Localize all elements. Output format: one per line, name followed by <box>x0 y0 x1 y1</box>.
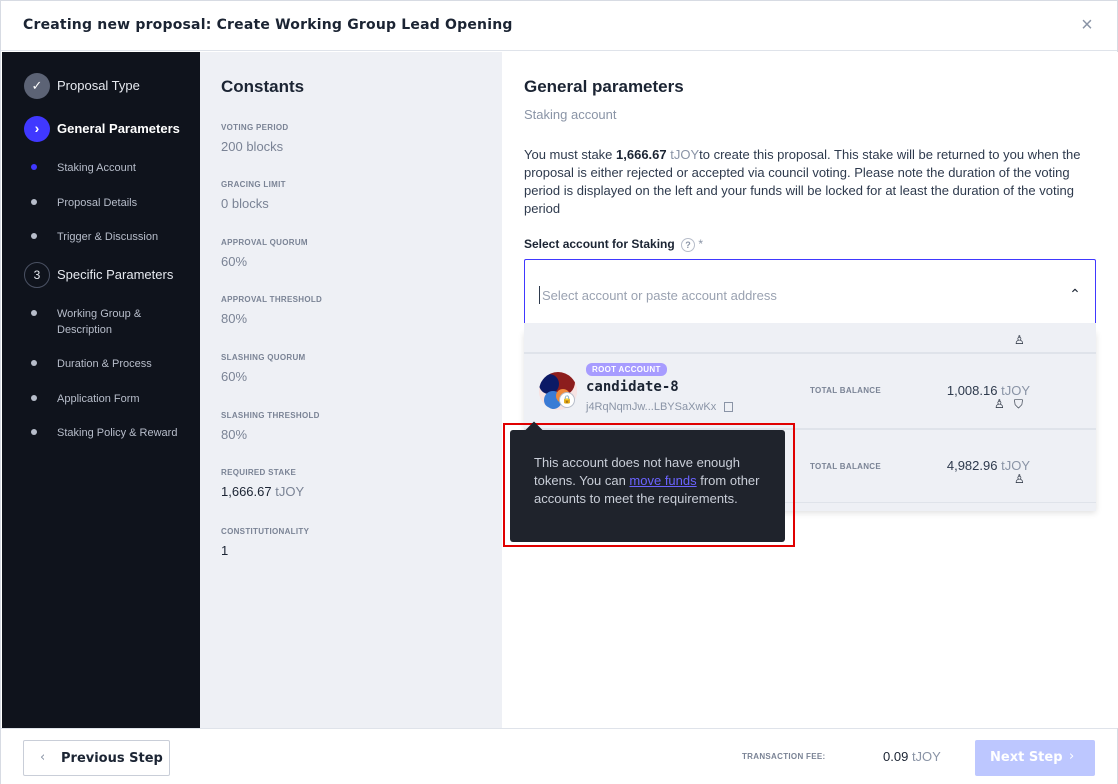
dot-icon <box>31 429 37 435</box>
step-label: Proposal Type <box>57 78 140 93</box>
substep-label: Staking Account <box>57 162 136 174</box>
step-label: General Parameters <box>57 121 180 136</box>
constant-approval-quorum: APPROVAL QUORUM 60% <box>221 238 308 269</box>
chevron-left-icon: ‹ <box>40 750 46 765</box>
button-label: Previous Step <box>61 751 163 766</box>
button-label: Next Step <box>990 750 1063 765</box>
user-icon: ♙ <box>1014 333 1025 347</box>
substep-label: Proposal Details <box>57 197 138 209</box>
constant-value: 200 blocks <box>221 139 284 154</box>
constant-approval-threshold: APPROVAL THRESHOLD 80% <box>221 295 322 326</box>
staking-account-select[interactable]: ⌃ <box>524 259 1096 331</box>
constant-value: 0 blocks <box>221 196 269 211</box>
substep-label: Working Group & <box>57 308 142 320</box>
modal-header: Creating new proposal: Create Working Gr… <box>1 1 1117 51</box>
section-title: General parameters <box>524 77 684 96</box>
close-icon[interactable]: × <box>1077 15 1097 35</box>
constant-value: 1 <box>221 543 229 558</box>
modal-footer: ‹ Previous Step TRANSACTION FEE: 0.09 tJ… <box>1 728 1117 784</box>
chevron-right-icon: › <box>1069 749 1075 764</box>
constant-voting-period: VOTING PERIOD 200 blocks <box>221 123 288 154</box>
account-address: j4RqNqmJw...LBYSaXwKx <box>586 401 734 413</box>
previous-step-button[interactable]: ‹ Previous Step <box>23 740 170 776</box>
copy-icon[interactable] <box>724 402 734 413</box>
chevron-right-icon: › <box>24 116 50 142</box>
account-option[interactable]: 🔒 ROOT ACCOUNT candidate-8 j4RqNqmJw...L… <box>524 353 1096 429</box>
stake-description: You must stake 1,666.67 tJOYto create th… <box>524 147 1081 216</box>
help-icon[interactable]: ? <box>681 237 696 252</box>
substep-label: Duration & Process <box>57 358 152 370</box>
constant-key: GRACING LIMIT <box>221 180 286 189</box>
general-parameters-panel: General parameters Staking account You m… <box>502 52 1118 728</box>
constant-gracing-limit: GRACING LIMIT 0 blocks <box>221 180 286 211</box>
user-edit-icon: ⛉ <box>1014 397 1024 411</box>
step-label: Specific Parameters <box>57 267 174 282</box>
constants-title: Constants <box>221 77 305 96</box>
dot-icon <box>31 395 37 401</box>
constant-value: 80% <box>221 427 248 442</box>
lock-icon: 🔒 <box>559 392 575 408</box>
transaction-fee-label: TRANSACTION FEE: <box>742 752 826 761</box>
modal-title: Creating new proposal: Create Working Gr… <box>23 17 513 33</box>
constant-value: 60% <box>221 254 248 269</box>
transaction-fee-value: 0.09 tJOY <box>883 749 941 764</box>
account-option-partial[interactable]: ♙ <box>524 323 1096 353</box>
total-balance-value: 1,008.16 tJOY <box>946 383 1030 398</box>
staking-account-label: Select account for Staking ? * <box>524 237 704 252</box>
constant-key: APPROVAL QUORUM <box>221 238 308 247</box>
total-balance-label: TOTAL BALANCE <box>810 386 882 395</box>
constant-value: 1,666.67 tJOY <box>221 484 305 499</box>
total-balance-value: 4,982.96 tJOY <box>946 458 1030 473</box>
constant-slashing-quorum: SLASHING QUORUM 60% <box>221 353 306 384</box>
total-balance-label: TOTAL BALANCE <box>810 462 882 471</box>
section-subtitle: Staking account <box>524 107 617 122</box>
constant-key: SLASHING QUORUM <box>221 353 306 362</box>
constant-value: 60% <box>221 369 248 384</box>
account-search-input[interactable] <box>539 286 1019 304</box>
account-name: candidate-8 <box>586 379 679 395</box>
substep-label: Application Form <box>57 393 140 405</box>
constant-key: CONSTITUTIONALITY <box>221 527 310 536</box>
dot-icon <box>31 360 37 366</box>
constant-key: VOTING PERIOD <box>221 123 289 132</box>
constant-required-stake: REQUIRED STAKE 1,666.67 tJOY <box>221 468 304 499</box>
root-account-badge: ROOT ACCOUNT <box>586 363 667 376</box>
chevron-up-icon[interactable]: ⌃ <box>1067 286 1083 302</box>
check-icon: ✓ <box>24 73 50 99</box>
substep-label: Staking Policy & Reward <box>57 427 178 439</box>
substep-label: Description <box>57 324 113 336</box>
move-funds-link[interactable]: move funds <box>629 473 696 488</box>
constant-slashing-threshold: SLASHING THRESHOLD 80% <box>221 411 320 442</box>
constant-key: SLASHING THRESHOLD <box>221 411 320 420</box>
dot-icon <box>31 310 37 316</box>
step-number: 3 <box>24 262 50 288</box>
user-icon: ♙ <box>994 397 1005 411</box>
constant-key: REQUIRED STAKE <box>221 468 297 477</box>
proposal-modal: Creating new proposal: Create Working Gr… <box>0 0 1118 784</box>
next-step-button[interactable]: Next Step › <box>975 740 1095 776</box>
substep-label: Trigger & Discussion <box>57 231 159 243</box>
dot-icon <box>31 199 37 205</box>
constants-panel: Constants VOTING PERIOD 200 blocks GRACI… <box>200 52 502 728</box>
steps-sidebar: ✓ Proposal Type › General Parameters Sta… <box>2 52 200 728</box>
constant-constitutionality: CONSTITUTIONALITY 1 <box>221 527 309 558</box>
required-marker: * <box>698 237 704 251</box>
user-icon: ♙ <box>1014 472 1025 486</box>
constant-value: 80% <box>221 311 248 326</box>
constant-key: APPROVAL THRESHOLD <box>221 295 323 304</box>
active-dot-icon <box>31 164 37 170</box>
dot-icon <box>31 233 37 239</box>
insufficient-funds-tooltip: This account does not have enough tokens… <box>510 421 785 542</box>
